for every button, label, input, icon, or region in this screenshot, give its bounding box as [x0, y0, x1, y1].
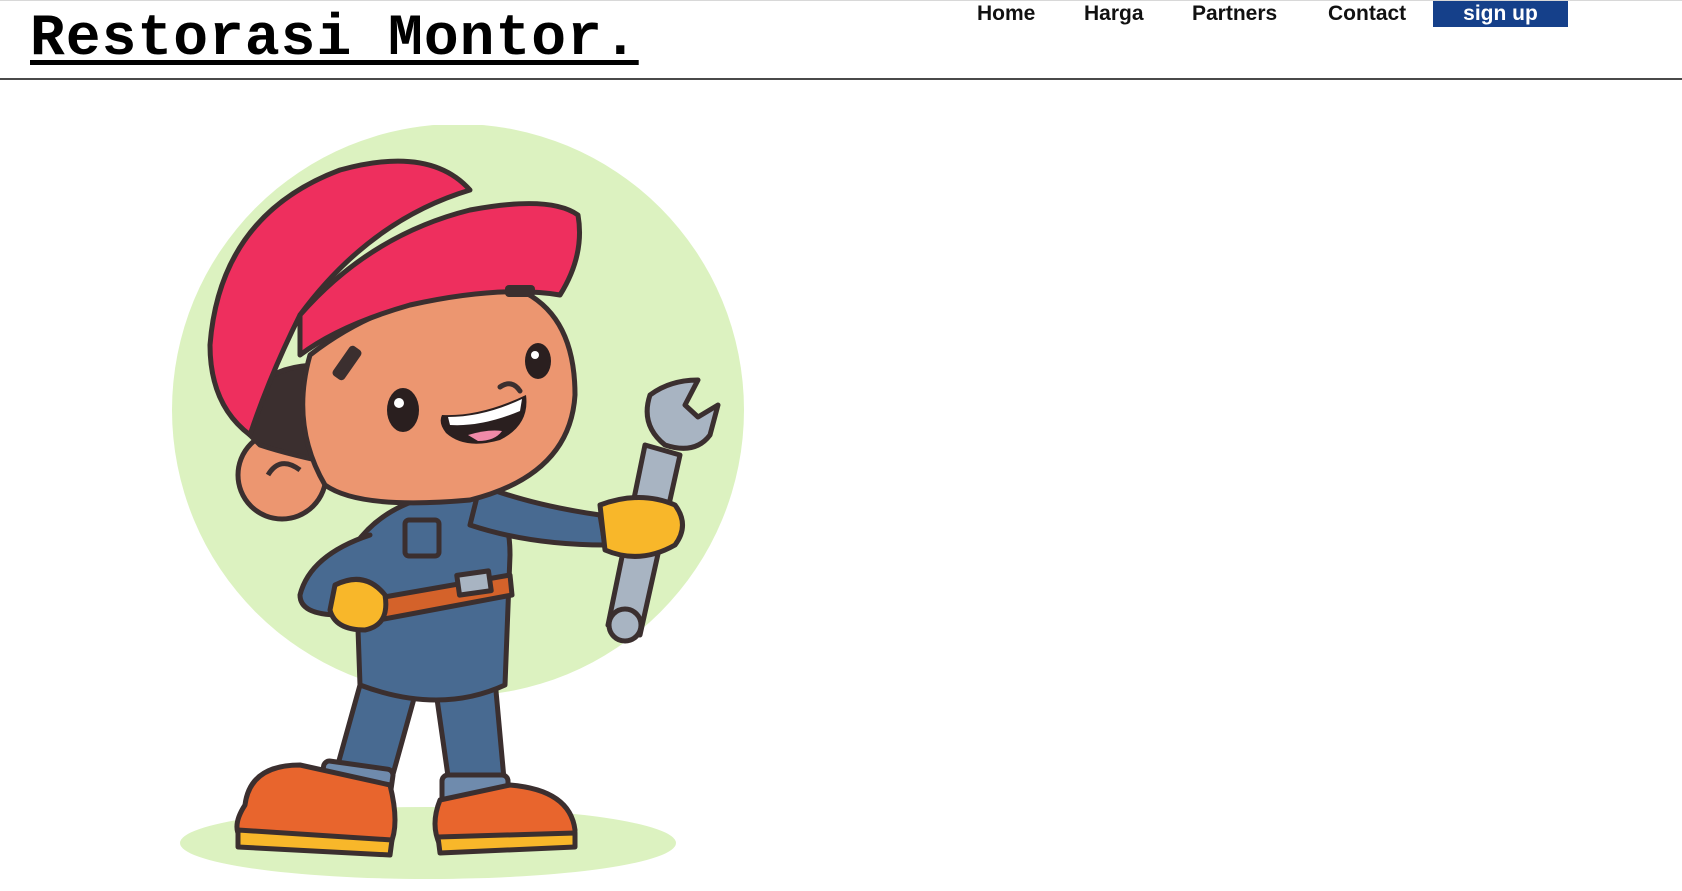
nav-home-link[interactable]: Home	[977, 1, 1035, 27]
site-header: Restorasi Montor. Home Harga Partners Co…	[0, 0, 1682, 80]
chest-pocket	[402, 517, 442, 559]
left-glove	[327, 576, 389, 633]
mechanic-illustration	[150, 124, 790, 891]
right-eye	[525, 343, 551, 379]
right-glove	[597, 495, 685, 559]
nav-harga-link[interactable]: Harga	[1084, 1, 1144, 27]
top-border	[0, 0, 1682, 1]
wrench-hole	[606, 606, 644, 644]
signup-button[interactable]: sign up	[1433, 1, 1568, 27]
left-eye	[387, 388, 419, 432]
right-eyebrow	[505, 285, 535, 297]
nav-contact-link[interactable]: Contact	[1328, 1, 1406, 27]
belt-buckle	[454, 568, 494, 598]
nav-partners-link[interactable]: Partners	[1192, 1, 1277, 27]
right-boot-sole	[435, 830, 578, 856]
site-logo-title[interactable]: Restorasi Montor.	[30, 6, 639, 74]
